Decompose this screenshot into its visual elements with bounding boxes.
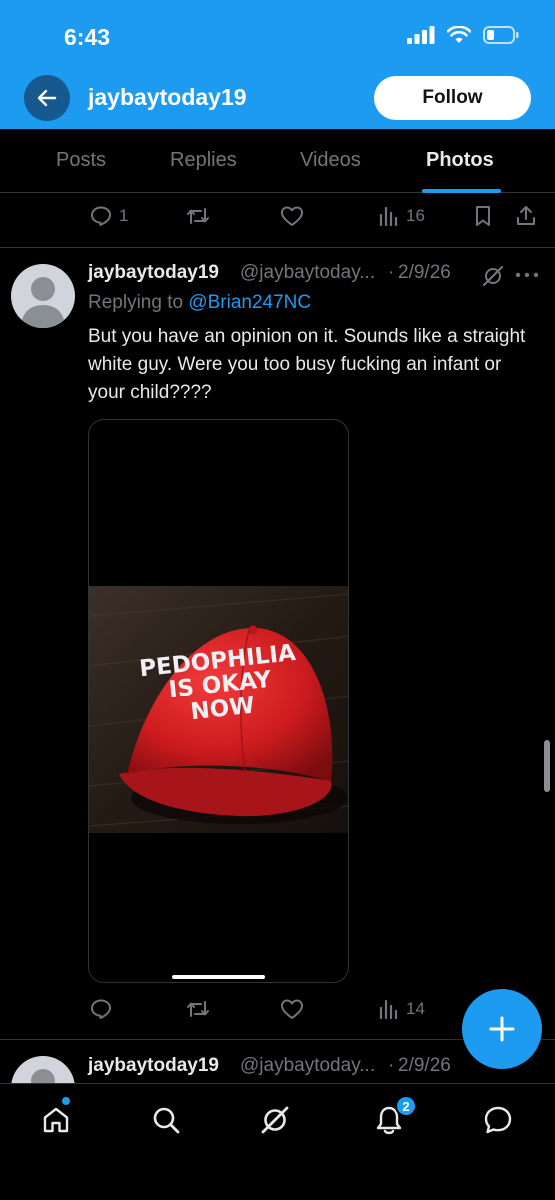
- reply-button[interactable]: [89, 989, 113, 1029]
- follow-button[interactable]: Follow: [374, 76, 531, 120]
- repost-icon: [187, 1001, 209, 1017]
- profile-header: 6:43 jaybaytoday19 Follow: [0, 0, 555, 129]
- post-separator: ·: [388, 262, 395, 283]
- heart-icon: [281, 206, 303, 226]
- tab-videos[interactable]: Videos: [300, 149, 361, 172]
- tab-posts[interactable]: Posts: [56, 149, 106, 172]
- more-options-icon[interactable]: [515, 271, 539, 279]
- cellular-signal-icon: [407, 26, 435, 44]
- nav-grok[interactable]: [255, 1100, 295, 1140]
- home-new-indicator: [62, 1097, 70, 1105]
- heart-icon: [281, 999, 303, 1019]
- post-divider: [0, 247, 555, 248]
- replying-to-label: Replying to: [88, 292, 189, 313]
- tab-replies[interactable]: Replies: [170, 149, 237, 172]
- battery-icon: [483, 26, 519, 44]
- post-author-handle[interactable]: @jaybaytoday...: [240, 262, 375, 284]
- view-count: 16: [406, 206, 425, 225]
- search-icon: [153, 1107, 180, 1134]
- reply-icon: [91, 999, 111, 1019]
- status-time: 6:43: [64, 24, 111, 50]
- media-home-indicator: [172, 975, 265, 979]
- compose-post-button[interactable]: [462, 989, 542, 1069]
- bookmark-button[interactable]: [472, 196, 494, 236]
- notifications-badge: 2: [395, 1095, 417, 1117]
- nav-explore[interactable]: [146, 1100, 186, 1140]
- views-button[interactable]: 16: [378, 196, 425, 236]
- post-separator: ·: [388, 1055, 395, 1076]
- views-chart-icon: [379, 206, 398, 227]
- arrow-left-icon: [37, 89, 57, 107]
- share-button[interactable]: [514, 196, 538, 236]
- bookmark-icon: [476, 206, 490, 226]
- repost-button[interactable]: [185, 196, 211, 236]
- replying-to: Replying to @Brian247NC: [88, 292, 311, 314]
- active-tab-indicator: [422, 189, 501, 193]
- wifi-icon: [447, 26, 471, 43]
- repost-button[interactable]: [185, 989, 211, 1029]
- profile-name: jaybaytoday19: [88, 84, 247, 110]
- default-avatar-icon: [21, 277, 65, 328]
- post-author-name[interactable]: jaybaytoday19: [88, 1055, 219, 1077]
- tab-photos[interactable]: Photos: [426, 149, 494, 172]
- views-button[interactable]: 14: [378, 989, 425, 1029]
- reply-icon: [91, 206, 111, 226]
- chat-bubble-icon: [484, 1106, 512, 1134]
- home-icon: [43, 1107, 69, 1133]
- views-chart-icon: [379, 999, 398, 1020]
- status-icons: [407, 26, 519, 44]
- bottom-navigation: 2: [0, 1083, 555, 1200]
- post-author-name[interactable]: jaybaytoday19: [88, 262, 219, 284]
- nav-messages[interactable]: [478, 1100, 518, 1140]
- post-media[interactable]: PEDOPHILIA IS OKAY NOW: [88, 419, 349, 983]
- post-date[interactable]: 2/9/26: [398, 1055, 451, 1077]
- like-button[interactable]: [279, 196, 305, 236]
- grok-icon: [261, 1106, 289, 1134]
- scrollbar[interactable]: [544, 740, 550, 792]
- plus-icon: [489, 1016, 515, 1042]
- repost-icon: [187, 208, 209, 224]
- back-button[interactable]: [24, 75, 70, 121]
- view-count: 14: [406, 999, 425, 1018]
- grok-icon[interactable]: [481, 264, 505, 288]
- reply-button[interactable]: 1: [89, 196, 128, 236]
- hat-photo: PEDOPHILIA IS OKAY NOW: [89, 586, 348, 833]
- post-text: But you have an opinion on it. Sounds li…: [88, 326, 526, 403]
- profile-tabs: Posts Replies Videos Photos: [0, 129, 555, 193]
- post-date[interactable]: 2/9/26: [398, 262, 451, 284]
- nav-home[interactable]: [36, 1100, 76, 1140]
- like-button[interactable]: [279, 989, 305, 1029]
- prev-post-actions: 1 16: [0, 196, 555, 236]
- avatar[interactable]: [11, 264, 75, 328]
- reply-count: 1: [119, 206, 129, 225]
- post-author-handle[interactable]: @jaybaytoday...: [240, 1055, 375, 1077]
- share-icon: [517, 206, 535, 225]
- replying-to-mention[interactable]: @Brian247NC: [188, 292, 311, 313]
